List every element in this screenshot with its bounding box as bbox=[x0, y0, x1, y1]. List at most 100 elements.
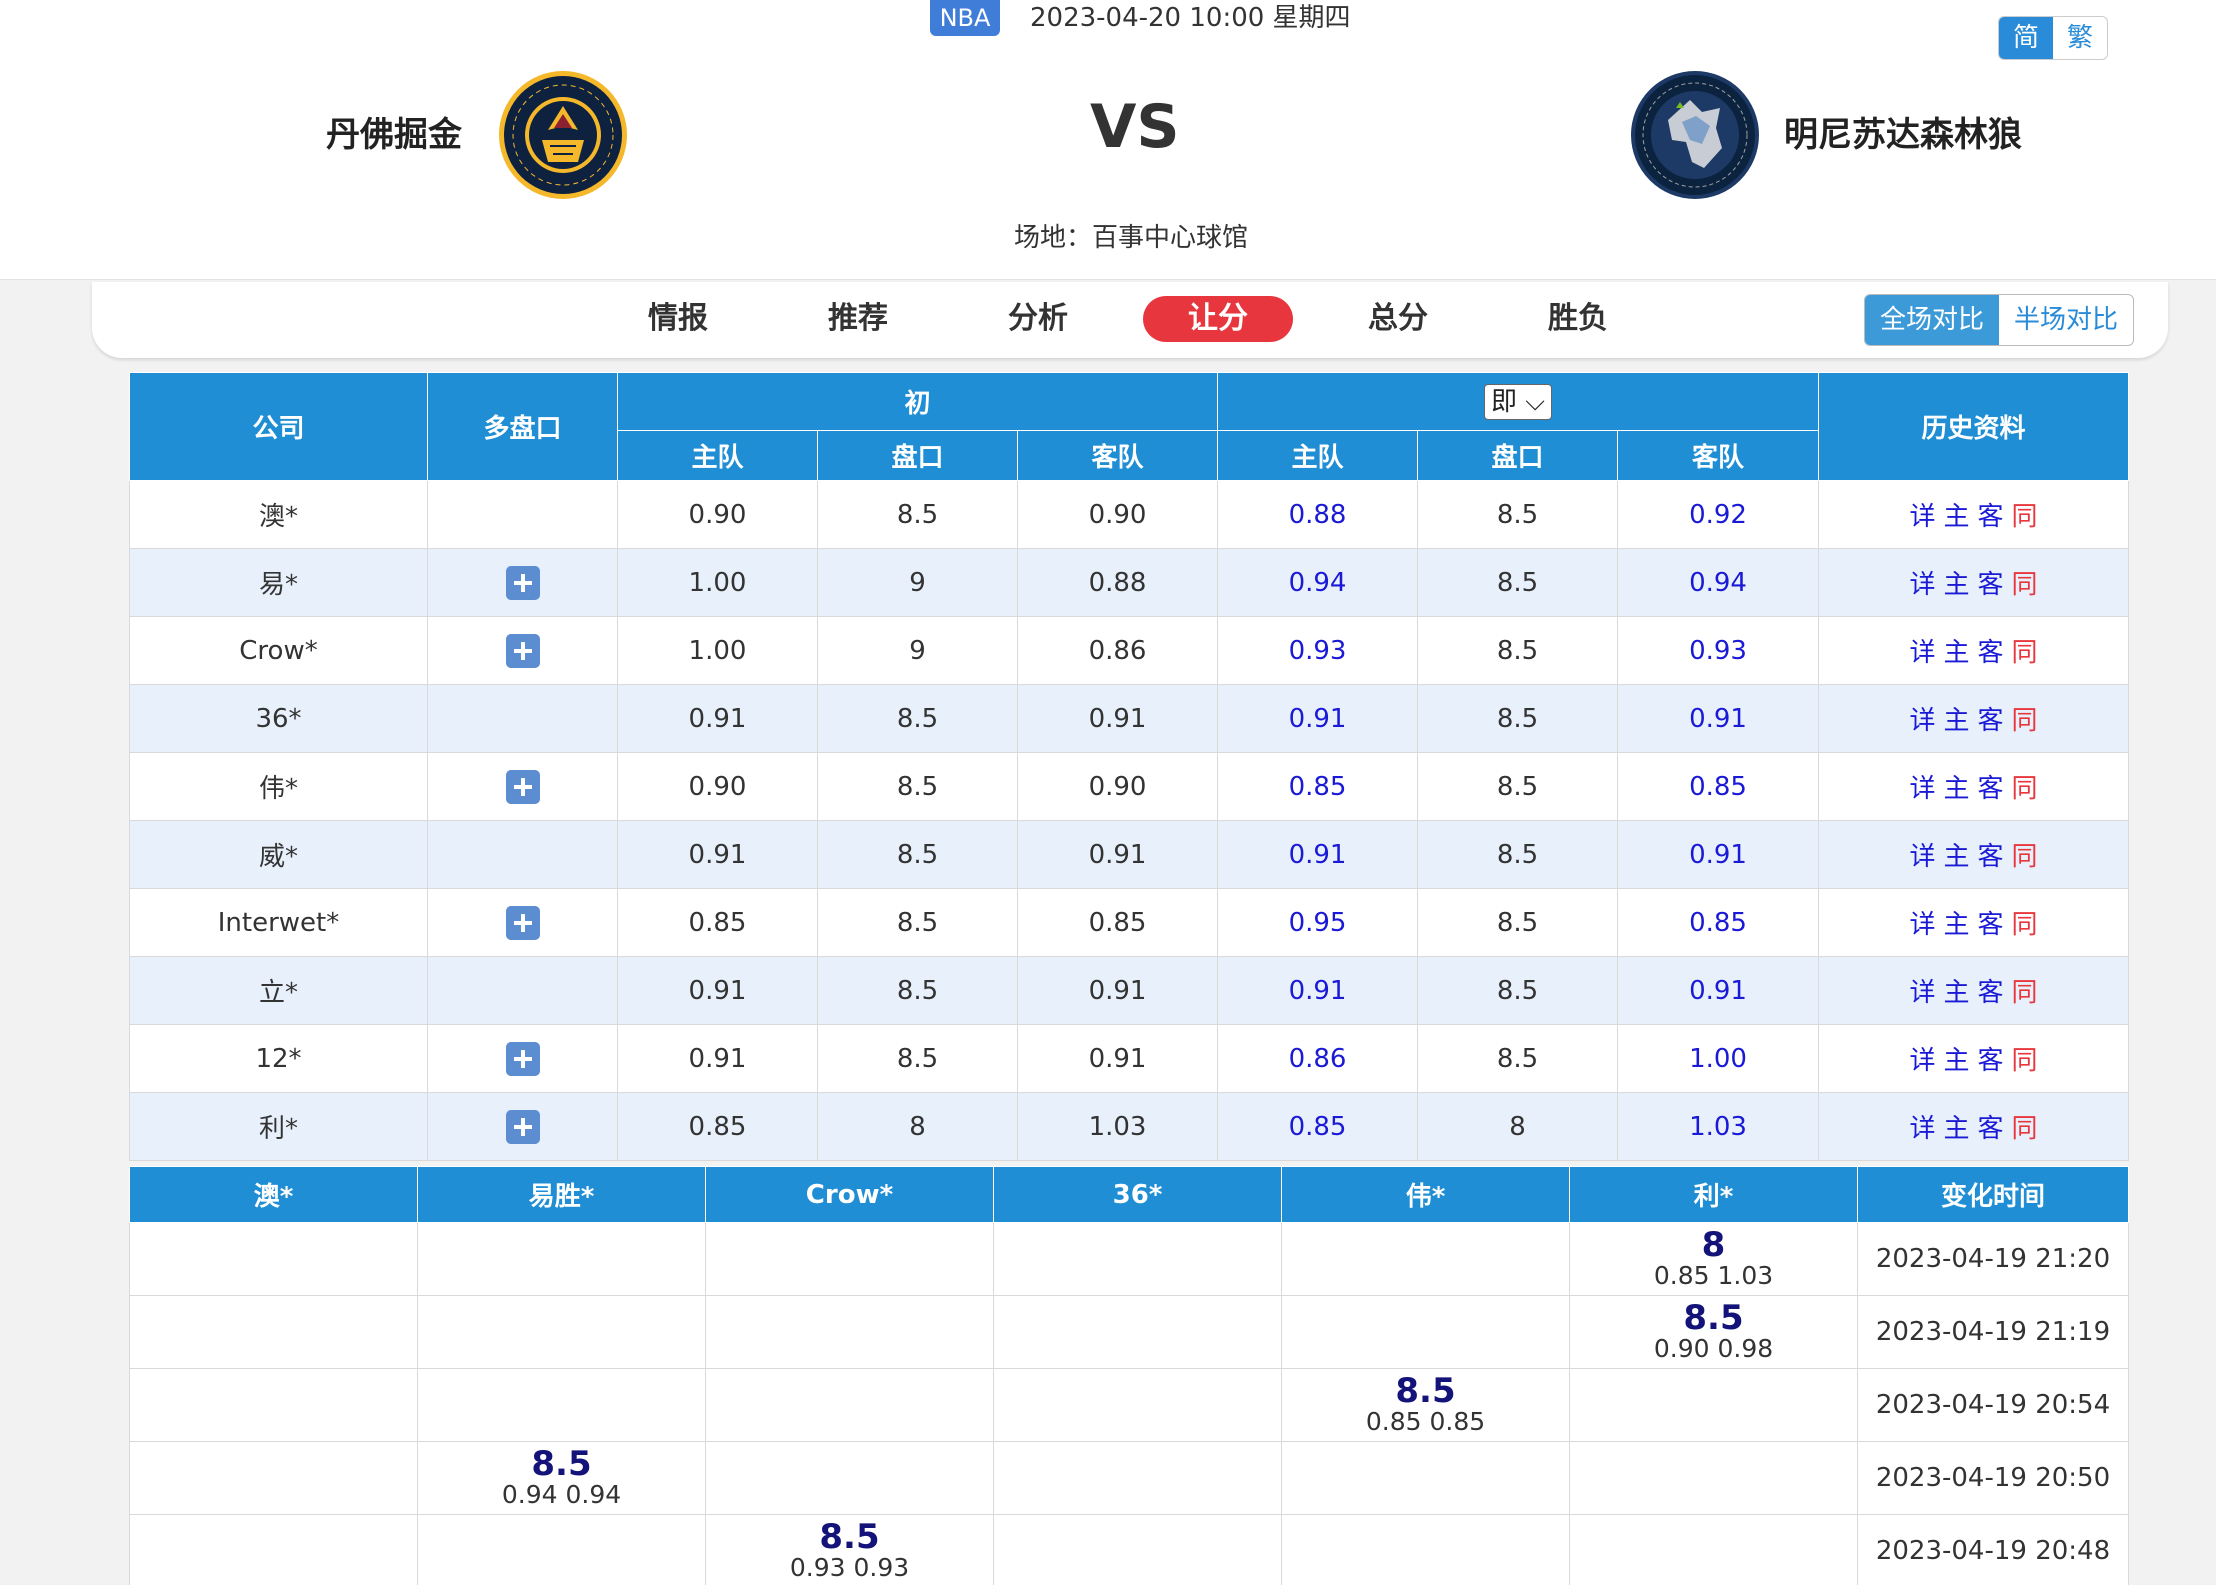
away-history-link[interactable]: 客 bbox=[1978, 502, 2004, 532]
col-initial: 初 bbox=[616, 372, 1219, 431]
same-history-link[interactable]: 同 bbox=[2012, 706, 2038, 736]
plus-icon[interactable] bbox=[505, 565, 540, 600]
live-line: 8.5 bbox=[1417, 480, 1619, 549]
change-col-2: Crow* bbox=[705, 1166, 994, 1223]
home-history-link[interactable]: 主 bbox=[1944, 1114, 1970, 1144]
away-history-link[interactable]: 客 bbox=[1978, 842, 2004, 872]
company-name: 威* bbox=[129, 820, 428, 889]
same-history-link[interactable]: 同 bbox=[2012, 978, 2038, 1008]
nuggets-logo[interactable] bbox=[498, 70, 628, 200]
empty-cell bbox=[1281, 1222, 1570, 1296]
tab-win-lose[interactable]: 胜负 bbox=[1503, 296, 1653, 342]
company-name: 36* bbox=[129, 684, 428, 753]
empty-cell bbox=[1281, 1514, 1570, 1585]
plus-icon[interactable] bbox=[505, 1041, 540, 1076]
change-time: 2023-04-19 20:48 bbox=[1857, 1514, 2129, 1585]
away-history-link[interactable]: 客 bbox=[1978, 638, 2004, 668]
plus-icon[interactable] bbox=[505, 769, 540, 804]
detail-link[interactable]: 详 bbox=[1909, 910, 1935, 940]
same-history-link[interactable]: 同 bbox=[2012, 842, 2038, 872]
plus-icon[interactable] bbox=[505, 633, 540, 668]
lang-simplified-button[interactable]: 简 bbox=[1999, 17, 2053, 59]
same-history-link[interactable]: 同 bbox=[2012, 774, 2038, 804]
home-history-link[interactable]: 主 bbox=[1944, 706, 1970, 736]
away-history-link[interactable]: 客 bbox=[1978, 978, 2004, 1008]
plus-icon[interactable] bbox=[505, 905, 540, 940]
change-row: 8.5 0.93 0.93 2023-04-19 20:48 bbox=[129, 1514, 2129, 1585]
same-history-link[interactable]: 同 bbox=[2012, 570, 2038, 600]
home-history-link[interactable]: 主 bbox=[1944, 978, 1970, 1008]
plus-icon[interactable] bbox=[505, 1109, 540, 1144]
away-team-name[interactable]: 明尼苏达森林狼 bbox=[1784, 110, 2022, 160]
away-history-link[interactable]: 客 bbox=[1978, 774, 2004, 804]
init-home-odds: 0.85 bbox=[617, 1092, 818, 1161]
multi-line-cell bbox=[427, 616, 618, 685]
home-team-name[interactable]: 丹佛掘金 bbox=[326, 110, 462, 160]
tab-recommend[interactable]: 推荐 bbox=[783, 296, 933, 342]
lang-traditional-button[interactable]: 繁 bbox=[2053, 17, 2107, 59]
company-name: 易* bbox=[129, 548, 428, 617]
same-history-link[interactable]: 同 bbox=[2012, 1046, 2038, 1076]
change-cell: 8 0.85 1.03 bbox=[1569, 1222, 1858, 1296]
away-history-link[interactable]: 客 bbox=[1978, 910, 2004, 940]
col-multi-line: 多盘口 bbox=[427, 372, 618, 481]
compare-switch: 全场对比 半场对比 bbox=[1864, 294, 2134, 346]
home-history-link[interactable]: 主 bbox=[1944, 502, 1970, 532]
change-row: 8.5 0.85 0.85 2023-04-19 20:54 bbox=[129, 1368, 2129, 1442]
history-links: 详主客同 bbox=[1818, 1024, 2130, 1093]
detail-link[interactable]: 详 bbox=[1909, 842, 1935, 872]
detail-link[interactable]: 详 bbox=[1909, 978, 1935, 1008]
timberwolves-logo[interactable] bbox=[1630, 70, 1760, 200]
company-name: 伟* bbox=[129, 752, 428, 821]
live-odds-select[interactable]: 即 ⌵ bbox=[1484, 383, 1553, 420]
same-history-link[interactable]: 同 bbox=[2012, 1114, 2038, 1144]
detail-link[interactable]: 详 bbox=[1909, 774, 1935, 804]
live-away-odds: 0.91 bbox=[1617, 684, 1820, 753]
live-away-odds: 1.03 bbox=[1617, 1092, 1820, 1161]
detail-link[interactable]: 详 bbox=[1909, 502, 1935, 532]
detail-link[interactable]: 详 bbox=[1909, 1114, 1935, 1144]
home-history-link[interactable]: 主 bbox=[1944, 570, 1970, 600]
away-history-link[interactable]: 客 bbox=[1978, 1046, 2004, 1076]
live-home-odds: 0.86 bbox=[1217, 1024, 1419, 1093]
odds-row: 威* 0.91 8.5 0.91 0.91 8.5 0.91 详主客同 bbox=[129, 820, 2130, 889]
col-init-home: 主队 bbox=[617, 430, 818, 481]
change-cell: 8.5 0.85 0.85 bbox=[1281, 1368, 1570, 1442]
away-history-link[interactable]: 客 bbox=[1978, 706, 2004, 736]
away-history-link[interactable]: 客 bbox=[1978, 1114, 2004, 1144]
odds-row: 澳* 0.90 8.5 0.90 0.88 8.5 0.92 详主客同 bbox=[129, 480, 2130, 549]
init-home-odds: 1.00 bbox=[617, 548, 818, 617]
detail-link[interactable]: 详 bbox=[1909, 1046, 1935, 1076]
empty-cell bbox=[993, 1441, 1282, 1515]
away-history-link[interactable]: 客 bbox=[1978, 570, 2004, 600]
detail-link[interactable]: 详 bbox=[1909, 570, 1935, 600]
multi-line-cell bbox=[427, 1092, 618, 1161]
home-history-link[interactable]: 主 bbox=[1944, 1046, 1970, 1076]
multi-line-cell bbox=[427, 1024, 618, 1093]
empty-cell bbox=[129, 1441, 418, 1515]
home-history-link[interactable]: 主 bbox=[1944, 774, 1970, 804]
half-game-compare-button[interactable]: 半场对比 bbox=[1999, 295, 2133, 345]
live-line: 8.5 bbox=[1417, 820, 1619, 889]
full-game-compare-button[interactable]: 全场对比 bbox=[1865, 295, 1999, 345]
live-away-odds: 0.85 bbox=[1617, 888, 1820, 957]
live-home-odds: 0.95 bbox=[1217, 888, 1419, 957]
home-history-link[interactable]: 主 bbox=[1944, 910, 1970, 940]
tab-total[interactable]: 总分 bbox=[1323, 296, 1473, 342]
home-history-link[interactable]: 主 bbox=[1944, 638, 1970, 668]
init-line: 8.5 bbox=[817, 820, 1018, 889]
col-init-line: 盘口 bbox=[817, 430, 1018, 481]
tab-handicap[interactable]: 让分 bbox=[1143, 296, 1293, 342]
empty-cell bbox=[705, 1295, 994, 1369]
tab-analysis[interactable]: 分析 bbox=[963, 296, 1113, 342]
tab-intel[interactable]: 情报 bbox=[603, 296, 753, 342]
company-name: 利* bbox=[129, 1092, 428, 1161]
home-history-link[interactable]: 主 bbox=[1944, 842, 1970, 872]
same-history-link[interactable]: 同 bbox=[2012, 638, 2038, 668]
empty-cell bbox=[129, 1295, 418, 1369]
same-history-link[interactable]: 同 bbox=[2012, 910, 2038, 940]
detail-link[interactable]: 详 bbox=[1909, 706, 1935, 736]
same-history-link[interactable]: 同 bbox=[2012, 502, 2038, 532]
empty-cell bbox=[993, 1222, 1282, 1296]
detail-link[interactable]: 详 bbox=[1909, 638, 1935, 668]
